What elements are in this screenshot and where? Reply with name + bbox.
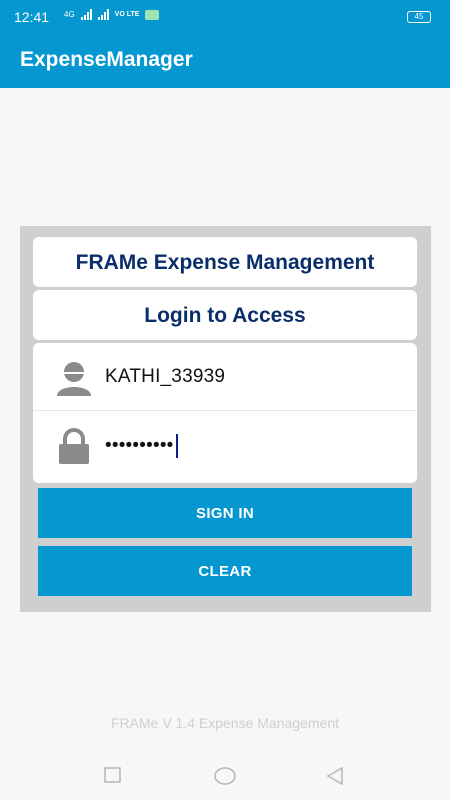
subheader-card: Login to Access <box>33 290 417 340</box>
login-subtitle: Login to Access <box>144 304 306 327</box>
text-cursor <box>175 434 178 458</box>
header-card: FRAMe Expense Management <box>33 237 417 287</box>
login-panel: FRAMe Expense Management Login to Access… <box>20 226 431 612</box>
status-icons: 4G VO LTE <box>64 9 160 20</box>
status-time: 12:41 <box>14 9 50 25</box>
sign-in-button[interactable]: SIGN IN <box>38 488 412 538</box>
username-row[interactable]: KATHI_33939 <box>33 343 417 411</box>
signal-icon <box>80 9 92 20</box>
user-icon <box>57 362 91 396</box>
battery-icon: 45 <box>407 11 431 23</box>
app-bar: ExpenseManager <box>0 30 450 88</box>
square-recent-icon[interactable] <box>104 767 121 783</box>
password-row[interactable]: •••••••••• <box>33 411 417 479</box>
app-title: ExpenseManager <box>20 48 193 71</box>
triangle-back-icon[interactable] <box>326 767 344 785</box>
app-header-title: FRAMe Expense Management <box>75 251 375 274</box>
notification-icon <box>145 9 160 20</box>
login-form: KATHI_33939 •••••••••• <box>33 343 417 483</box>
lock-icon <box>59 428 89 464</box>
footer-version: FRAMe V 1.4 Expense Management <box>110 715 339 731</box>
volte-indicator: VO LTE <box>114 11 140 18</box>
nav-bar <box>0 750 450 800</box>
signal-icon-2 <box>97 9 109 20</box>
username-input[interactable]: KATHI_33939 <box>105 366 225 388</box>
status-bar: 12:41 4G VO LTE 45 <box>0 0 450 30</box>
circle-home-icon[interactable] <box>214 767 236 785</box>
battery-level: 45 <box>414 12 424 21</box>
clear-button[interactable]: CLEAR <box>38 546 412 596</box>
password-mask: •••••••••• <box>105 435 174 457</box>
network-type: 4G <box>64 10 75 19</box>
password-input[interactable]: •••••••••• <box>105 434 178 458</box>
